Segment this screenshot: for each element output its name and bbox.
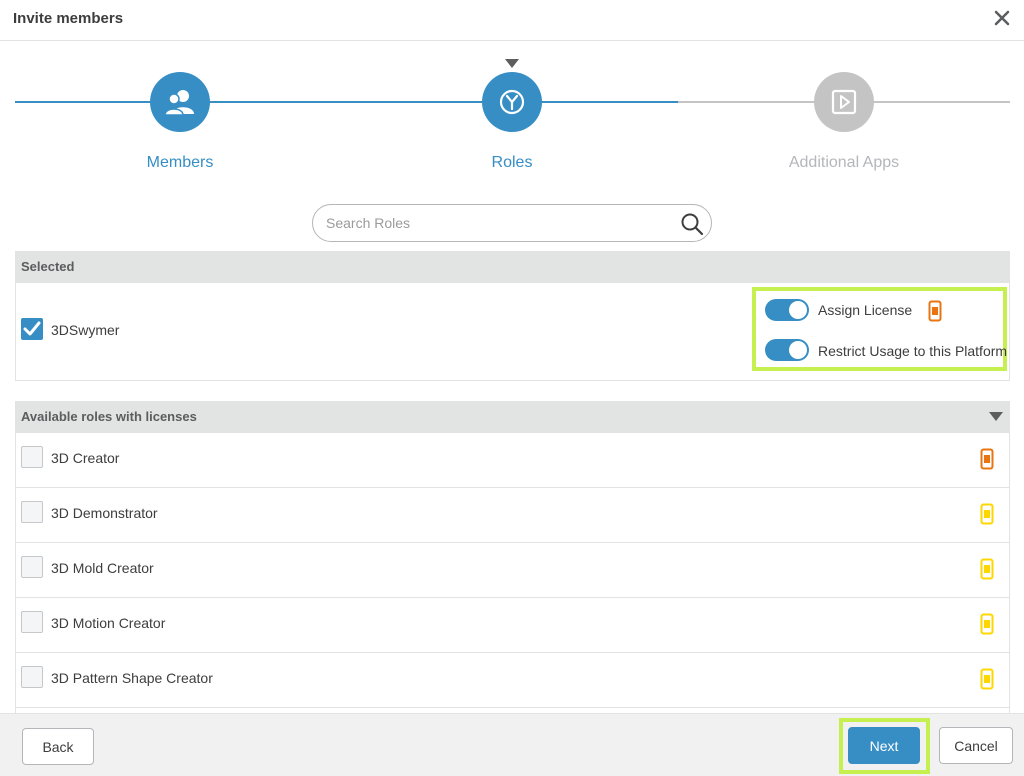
restrict-usage-label: Restrict Usage to this Platform xyxy=(818,343,1008,359)
assign-license-label: Assign License xyxy=(818,302,913,318)
back-button[interactable]: Back xyxy=(22,728,94,765)
role-label: 3D Mold Creator xyxy=(51,560,154,576)
step-additional-apps-label[interactable]: Additional Apps xyxy=(744,154,944,172)
role-checkbox[interactable] xyxy=(21,666,43,688)
available-roles-header[interactable]: Available roles with licenses xyxy=(15,401,1010,433)
role-label: 3D Creator xyxy=(51,450,120,466)
role-checkbox-3dswymer[interactable] xyxy=(21,318,43,340)
role-label: 3D Motion Creator xyxy=(51,615,166,631)
dialog-header: Invite members xyxy=(0,0,1024,41)
chevron-down-icon[interactable] xyxy=(989,412,1003,421)
wizard-stepper: Members Roles Additional Apps xyxy=(0,41,1024,191)
step-roles-label[interactable]: Roles xyxy=(412,154,612,172)
restrict-usage-toggle[interactable] xyxy=(765,339,809,361)
members-icon xyxy=(164,90,194,116)
role-label-3dswymer: 3DSwymer xyxy=(51,322,120,338)
license-yellow-icon xyxy=(980,558,994,580)
role-checkbox[interactable] xyxy=(21,501,43,523)
checkmark-icon xyxy=(23,321,41,336)
role-checkbox[interactable] xyxy=(21,611,43,633)
step-roles[interactable] xyxy=(482,72,542,132)
role-checkbox[interactable] xyxy=(21,556,43,578)
next-button[interactable]: Next xyxy=(848,727,920,764)
license-yellow-icon xyxy=(980,503,994,525)
roles-icon xyxy=(499,89,525,115)
role-checkbox[interactable] xyxy=(21,446,43,468)
license-orange-icon xyxy=(980,448,994,470)
search-roles-box xyxy=(312,204,712,242)
assign-license-toggle[interactable] xyxy=(765,299,809,321)
role-row[interactable]: 3D Demonstrator xyxy=(16,488,1009,543)
role-row[interactable]: 3D Motion Creator xyxy=(16,598,1009,653)
progress-line-done xyxy=(15,101,678,103)
selected-section-header: Selected xyxy=(15,251,1010,283)
available-roles-list: 3D Creator 3D Demonstrator 3D Mold Creat… xyxy=(15,433,1010,713)
role-row[interactable]: 3D Mold Creator xyxy=(16,543,1009,598)
apps-play-icon xyxy=(831,89,857,115)
step-members[interactable] xyxy=(150,72,210,132)
dialog-title: Invite members xyxy=(13,10,124,27)
role-label: 3D Demonstrator xyxy=(51,505,158,521)
available-roles-title: Available roles with licenses xyxy=(21,409,197,424)
cancel-button[interactable]: Cancel xyxy=(939,727,1013,764)
dialog-footer: Back Next Cancel xyxy=(0,713,1024,776)
license-orange-icon xyxy=(928,300,942,322)
license-options-highlight: Assign License Restrict Usage to this Pl… xyxy=(752,287,1007,371)
active-step-pointer xyxy=(505,59,519,68)
role-row[interactable]: 3D Pattern Shape Creator xyxy=(16,653,1009,708)
license-yellow-icon xyxy=(980,613,994,635)
step-additional-apps[interactable] xyxy=(814,72,874,132)
role-row[interactable]: 3D Creator xyxy=(16,433,1009,488)
search-icon[interactable] xyxy=(680,212,704,236)
step-members-label[interactable]: Members xyxy=(80,154,280,172)
role-label: 3D Pattern Shape Creator xyxy=(51,670,213,686)
license-yellow-icon xyxy=(980,668,994,690)
search-input[interactable] xyxy=(326,205,676,241)
close-icon[interactable] xyxy=(992,8,1012,28)
